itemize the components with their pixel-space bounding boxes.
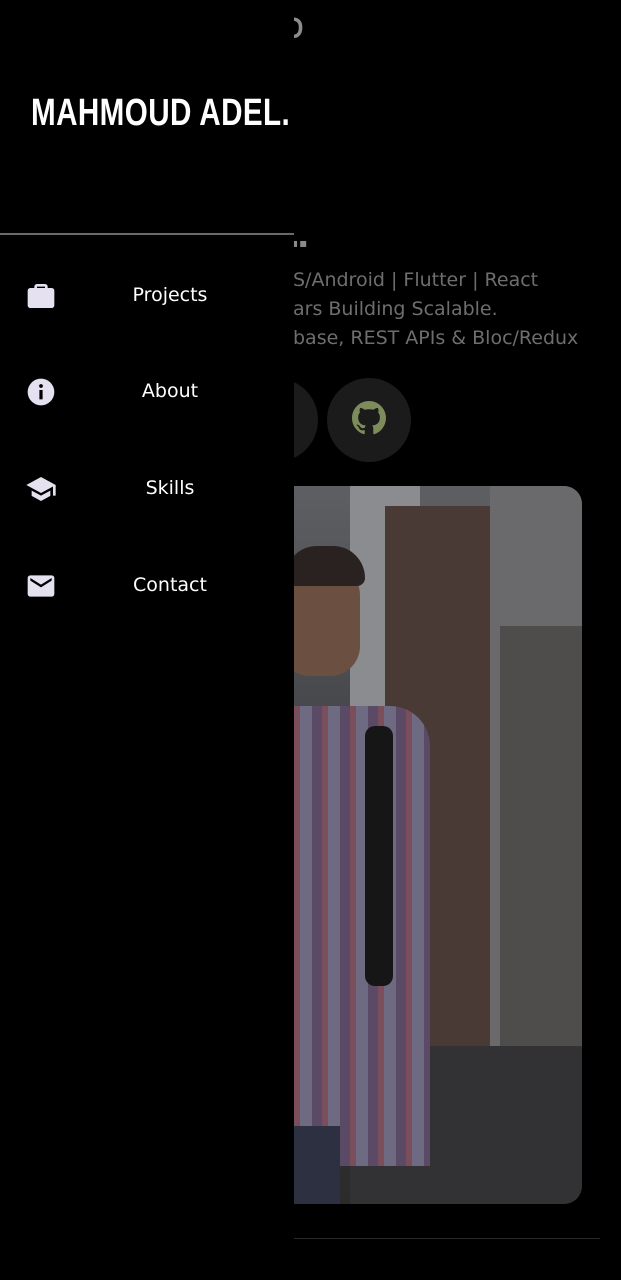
mail-icon	[25, 570, 57, 602]
nav-item-skills[interactable]: Skills	[0, 459, 294, 519]
nav-item-label: About	[141, 380, 199, 402]
github-button[interactable]	[327, 378, 411, 462]
nav-item-about[interactable]: About	[0, 362, 294, 422]
info-icon	[25, 376, 57, 408]
nav-item-contact[interactable]: Contact	[0, 556, 294, 616]
navigation-drawer: MAHMOUD ADEL. Projects About Skills Cont…	[0, 0, 294, 1280]
github-icon	[352, 401, 386, 439]
nav-item-label: Skills	[145, 477, 195, 499]
graduation-cap-icon	[25, 473, 57, 505]
nav-item-projects[interactable]: Projects	[0, 266, 294, 326]
briefcase-icon	[25, 280, 57, 312]
nav-item-label: Contact	[133, 574, 207, 596]
drawer-title: MAHMOUD ADEL.	[31, 92, 291, 134]
nav-item-label: Projects	[132, 284, 208, 306]
drawer-divider	[0, 233, 294, 235]
